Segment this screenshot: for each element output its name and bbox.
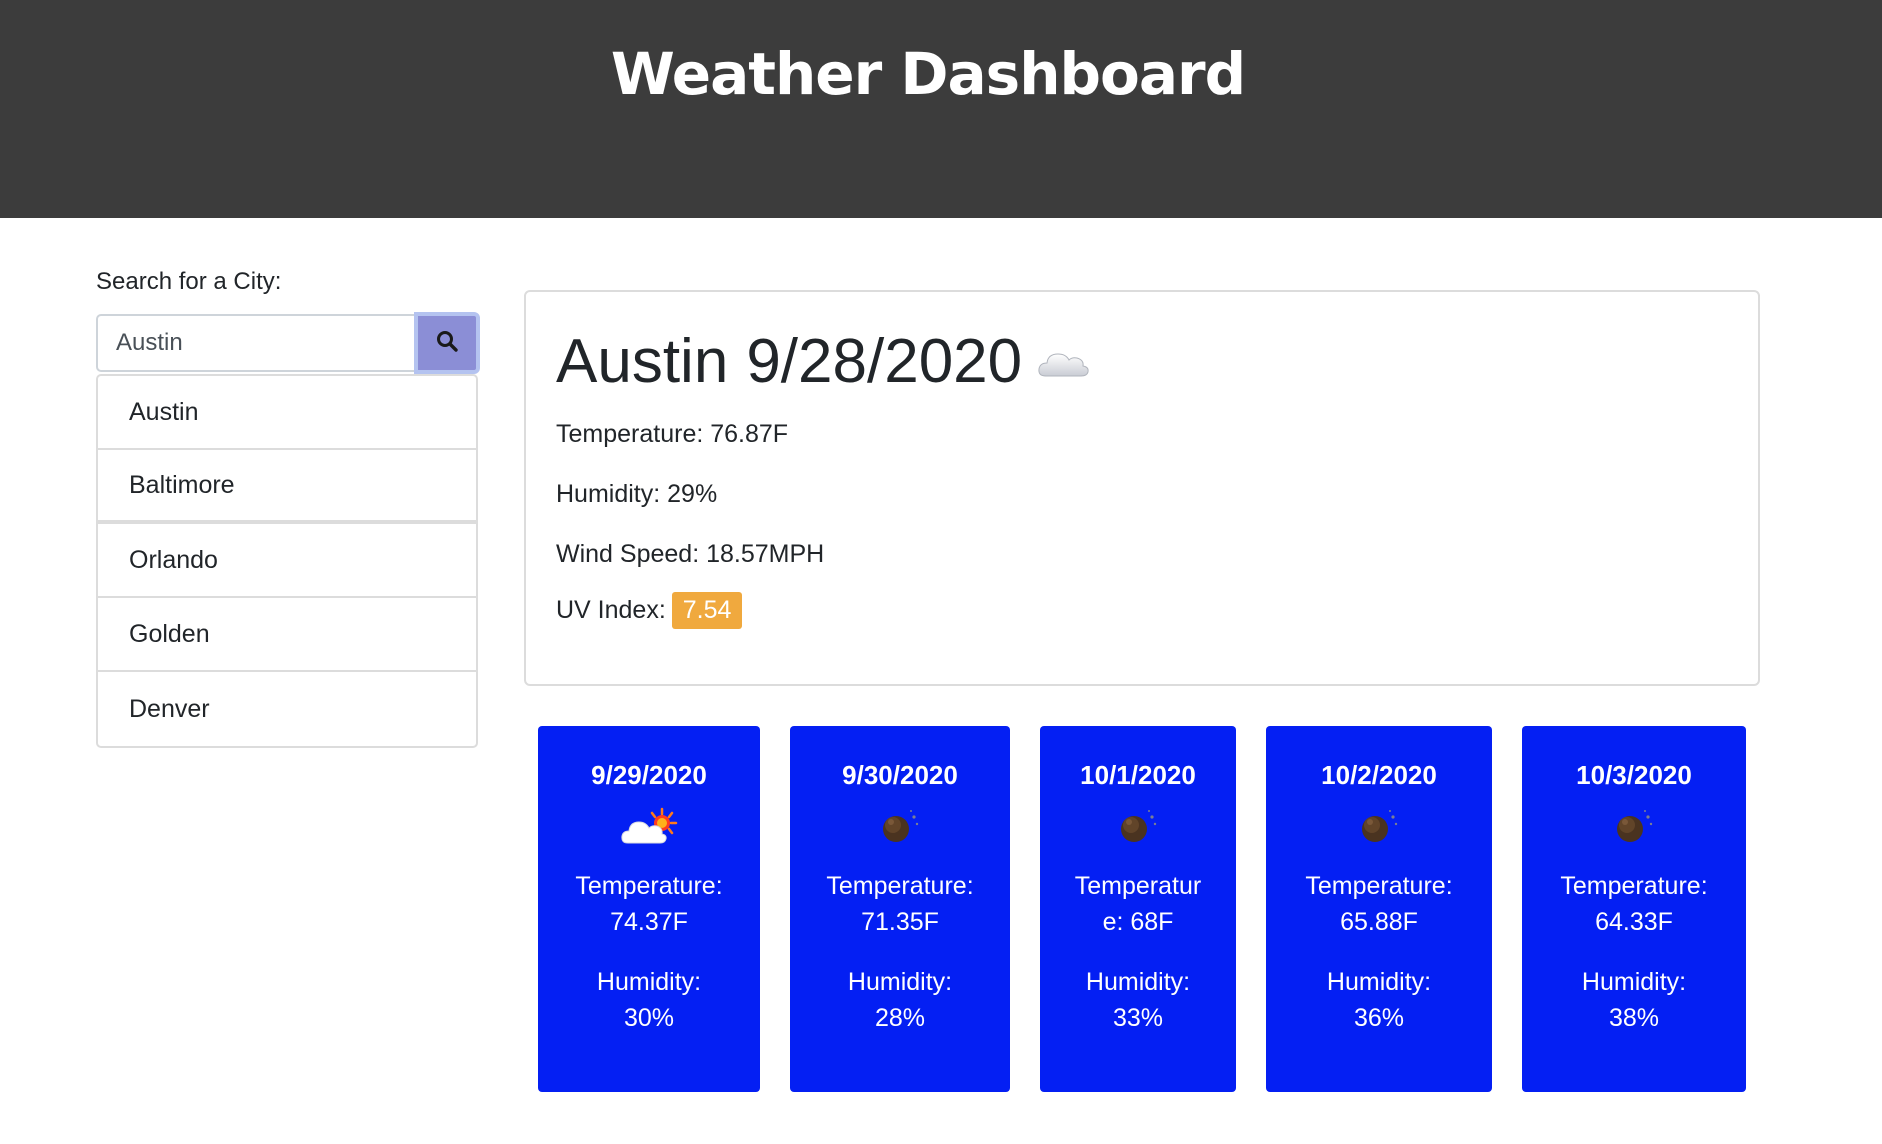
forecast-card: 10/3/2020 Temperature: 64.33F Humidity: …: [1522, 726, 1746, 1092]
current-weather-title: Austin 9/28/2020: [556, 326, 1090, 397]
forecast-temperature-label: Temperature:: [1305, 872, 1453, 900]
forecast-humidity-value: 36%: [1353, 1004, 1405, 1032]
search-button[interactable]: [414, 312, 480, 374]
moon-icon: [1612, 807, 1656, 852]
search-group: [96, 312, 480, 374]
uv-badge: 7.54: [671, 592, 743, 629]
forecast-temperature-label: Temperature:: [1560, 872, 1708, 900]
search-history-list: Austin Baltimore Orlando Golden Denver: [96, 374, 478, 748]
cloud-icon: [1036, 326, 1090, 397]
forecast-humidity-label: Humidity:: [1085, 968, 1191, 996]
current-wind-speed: Wind Speed: 18.57MPH: [556, 540, 825, 568]
forecast-temperature-value: 65.88F: [1340, 908, 1418, 936]
current-temperature: Temperature: 76.87F: [556, 420, 789, 448]
forecast-humidity-label: Humidity:: [596, 968, 702, 996]
current-city: Austin: [556, 327, 729, 396]
search-input[interactable]: [96, 314, 416, 372]
forecast-temperature-value: e: 68F: [1102, 908, 1174, 936]
forecast-card: 10/1/2020 Temperatur e: 68F Humidity: 33…: [1040, 726, 1236, 1092]
forecast-humidity-value: 30%: [623, 1004, 675, 1032]
forecast-date: 10/2/2020: [1321, 760, 1437, 790]
forecast-card: 9/30/2020 Temperature: 71.35F Humidity: …: [790, 726, 1010, 1092]
current-uv-row: UV Index: 7.54: [556, 592, 743, 629]
current-date: 9/28/2020: [746, 327, 1023, 396]
forecast-temperature-label: Temperatur: [1074, 872, 1202, 900]
forecast-humidity-label: Humidity:: [1581, 968, 1687, 996]
forecast-card: 10/2/2020 Temperature: 65.88F Humidity: …: [1266, 726, 1492, 1092]
forecast-date: 10/3/2020: [1576, 760, 1692, 790]
forecast-temperature-label: Temperature:: [826, 872, 974, 900]
forecast-date: 9/29/2020: [591, 760, 707, 790]
forecast-temperature-value: 64.33F: [1595, 908, 1673, 936]
forecast-temperature-value: 71.35F: [861, 908, 939, 936]
forecast-humidity-label: Humidity:: [1326, 968, 1432, 996]
page-title: Weather Dashboard: [610, 40, 1246, 108]
uv-label: UV Index:: [556, 596, 666, 624]
forecast-humidity-value: 28%: [874, 1004, 926, 1032]
forecast-temperature-value: 74.37F: [610, 908, 688, 936]
history-item-orlando[interactable]: Orlando: [98, 524, 476, 598]
history-item-golden[interactable]: Golden: [98, 598, 476, 672]
forecast-humidity-value: 38%: [1608, 1004, 1660, 1032]
forecast-date: 10/1/2020: [1080, 760, 1196, 790]
search-icon: [435, 329, 459, 358]
history-item-denver[interactable]: Denver: [98, 672, 476, 746]
forecast-temperature-label: Temperature:: [575, 872, 723, 900]
forecast-humidity-label: Humidity:: [847, 968, 953, 996]
search-label: Search for a City:: [96, 268, 282, 295]
moon-icon: [1357, 807, 1401, 852]
partly-cloudy-sun-icon: [620, 807, 678, 852]
moon-icon: [1116, 807, 1160, 852]
current-humidity: Humidity: 29%: [556, 480, 718, 508]
forecast-humidity-value: 33%: [1112, 1004, 1164, 1032]
forecast-date: 9/30/2020: [842, 760, 958, 790]
history-item-austin[interactable]: Austin: [98, 376, 476, 450]
moon-icon: [878, 807, 922, 852]
forecast-card: 9/29/2020 Temperature: 74.37F Humidity: …: [538, 726, 760, 1092]
current-weather-card: Austin 9/28/2020 Temperature: 76.87F Humi…: [524, 290, 1760, 686]
history-item-baltimore[interactable]: Baltimore: [98, 450, 476, 524]
page-header: Weather Dashboard: [0, 0, 1882, 218]
